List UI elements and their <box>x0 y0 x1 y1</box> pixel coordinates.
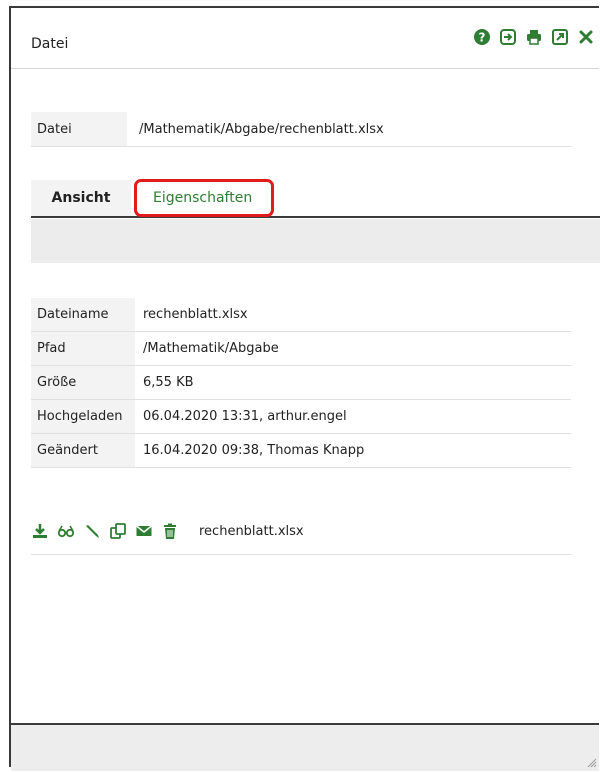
file-label: Datei <box>31 112 127 146</box>
property-label: Geändert <box>31 434 135 467</box>
dialog-footer <box>11 723 599 771</box>
property-label: Hochgeladen <box>31 400 135 433</box>
properties-table: Dateiname rechenblatt.xlsx Pfad /Mathema… <box>31 298 571 468</box>
property-value: /Mathematik/Abgabe <box>143 341 279 356</box>
email-icon[interactable] <box>135 522 153 540</box>
table-row: Hochgeladen 06.04.2020 13:31, arthur.eng… <box>31 400 571 434</box>
dialog-titlebar: Datei ? <box>11 8 599 69</box>
property-label: Dateiname <box>31 298 135 331</box>
property-value: 06.04.2020 13:31, arthur.engel <box>143 409 347 424</box>
table-row: Pfad /Mathematik/Abgabe <box>31 332 571 366</box>
file-path-row: Datei /Mathematik/Abgabe/rechenblatt.xls… <box>31 112 571 147</box>
help-icon[interactable]: ? <box>473 28 491 46</box>
external-link-icon[interactable] <box>551 28 569 46</box>
titlebar-icons: ? <box>473 28 595 46</box>
property-label: Größe <box>31 366 135 399</box>
svg-text:?: ? <box>479 31 486 45</box>
resize-handle-icon[interactable] <box>585 753 597 768</box>
delete-icon[interactable] <box>161 522 179 540</box>
table-row: Größe 6,55 KB <box>31 366 571 400</box>
table-row: Dateiname rechenblatt.xlsx <box>31 298 571 332</box>
download-icon[interactable] <box>31 522 49 540</box>
tab-toolbar <box>31 219 600 263</box>
copy-icon[interactable] <box>109 522 127 540</box>
tab-properties[interactable]: Eigenschaften <box>143 180 262 216</box>
tab-view[interactable]: Ansicht <box>31 180 131 216</box>
property-label: Pfad <box>31 332 135 365</box>
table-row: Geändert 16.04.2020 09:38, Thomas Knapp <box>31 434 571 468</box>
dialog-title: Datei <box>31 36 69 52</box>
print-icon[interactable] <box>525 28 543 46</box>
file-path: /Mathematik/Abgabe/rechenblatt.xlsx <box>139 121 384 137</box>
property-value: rechenblatt.xlsx <box>143 307 248 322</box>
property-value: 6,55 KB <box>143 375 194 390</box>
close-icon[interactable] <box>577 28 595 46</box>
file-actions-row: rechenblatt.xlsx <box>31 508 571 555</box>
preview-icon[interactable] <box>57 522 75 540</box>
action-filename[interactable]: rechenblatt.xlsx <box>199 524 304 539</box>
edit-icon[interactable] <box>83 522 101 540</box>
property-value: 16.04.2020 09:38, Thomas Knapp <box>143 443 365 458</box>
tab-bar: Ansicht Eigenschaften <box>31 179 600 218</box>
login-icon[interactable] <box>499 28 517 46</box>
file-dialog: Datei ? Datei /Mathematik/Abgabe/rechenb… <box>9 6 600 771</box>
